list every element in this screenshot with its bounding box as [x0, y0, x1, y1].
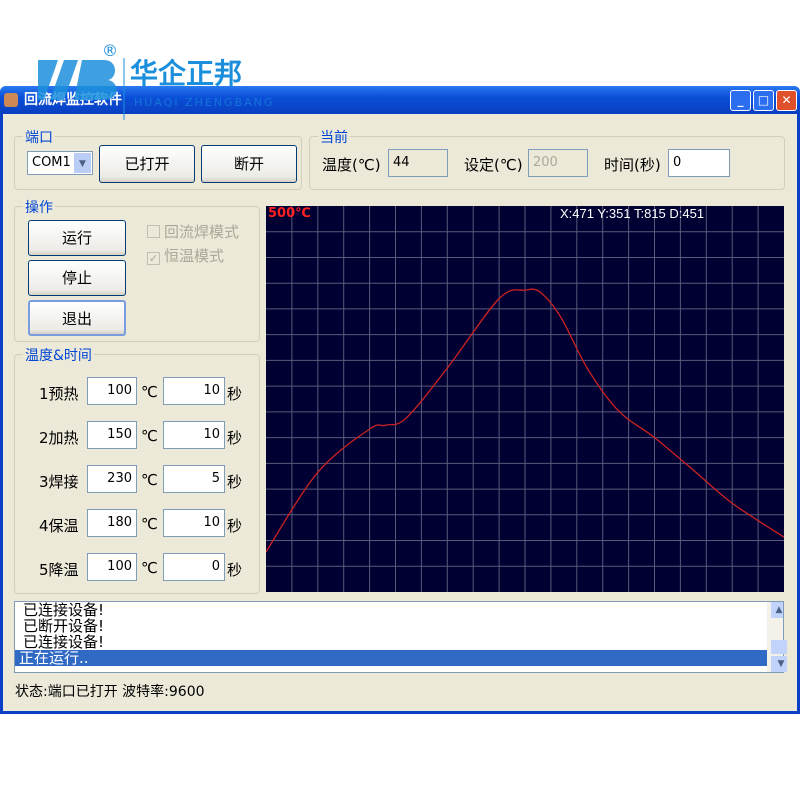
log-line[interactable]: 已断开设备! — [19, 618, 783, 634]
close-button[interactable]: ✕ — [776, 90, 797, 111]
port-label: 端口 — [23, 127, 55, 147]
stage-name: 1预热 — [39, 385, 79, 403]
celsius-unit: ℃ — [141, 383, 158, 401]
stage-time-input[interactable]: 5 — [163, 465, 225, 493]
stage-name: 4保温 — [39, 517, 79, 535]
run-button[interactable]: 运行 — [28, 220, 126, 256]
stage-temp-input[interactable]: 100 — [87, 553, 137, 581]
disconnect-button[interactable]: 断开 — [201, 145, 297, 183]
set-temp: 200 — [528, 149, 588, 177]
stage-name: 3焊接 — [39, 473, 79, 491]
current-temp: 44 — [388, 149, 448, 177]
const-temp-mode-checkbox[interactable]: ✓ 恒温模式 — [147, 245, 224, 266]
stage-name: 2加热 — [39, 429, 79, 447]
scroll-thumb[interactable] — [771, 640, 787, 654]
log-line-selected[interactable]: 正在运行.. — [15, 650, 783, 666]
port-group: 端口 COM1 ▼ 已打开 断开 — [14, 127, 302, 190]
stage-name: 5降温 — [39, 561, 79, 579]
log-scrollbar[interactable]: ▲ ▼ — [767, 602, 787, 672]
svg-text:®: ® — [102, 41, 118, 60]
log-line[interactable]: 已连接设备! — [19, 634, 783, 650]
scroll-up-icon[interactable]: ▲ — [771, 602, 783, 618]
stage-temp-input[interactable]: 150 — [87, 421, 137, 449]
temp-time-group: 温度&时间 1预热 100 ℃ 10 秒 2加热 150 ℃ 10 秒 3焊接 … — [14, 345, 260, 594]
current-label: 当前 — [318, 127, 350, 147]
operation-label: 操作 — [23, 197, 55, 217]
reflow-mode-checkbox[interactable]: 回流焊模式 — [147, 221, 239, 242]
celsius-unit: ℃ — [141, 515, 158, 533]
chevron-down-icon: ▼ — [74, 153, 91, 173]
client-area: 端口 COM1 ▼ 已打开 断开 当前 温度(℃) 44 设定(℃) 200 时间… — [3, 114, 797, 711]
time-label: 时间(秒) — [604, 156, 661, 174]
stage-time-input[interactable]: 10 — [163, 509, 225, 537]
app-icon — [4, 93, 18, 107]
stage-time-input[interactable]: 10 — [163, 421, 225, 449]
temp-time-label: 温度&时间 — [23, 345, 94, 365]
stage-temp-input[interactable]: 180 — [87, 509, 137, 537]
chart-svg — [265, 206, 785, 592]
com-select[interactable]: COM1 ▼ — [27, 151, 93, 175]
stage-time-input[interactable]: 0 — [163, 553, 225, 581]
celsius-unit: ℃ — [141, 427, 158, 445]
current-time: 0 — [668, 149, 730, 177]
scroll-down-icon[interactable]: ▼ — [771, 656, 787, 672]
stop-button[interactable]: 停止 — [28, 260, 126, 296]
temperature-chart: 500℃ X:471 Y:351 T:815 D:451 — [265, 206, 785, 592]
status-bar: 状态:端口已打开 波特率:9600 — [15, 684, 205, 700]
maximize-button[interactable]: □ — [753, 90, 774, 111]
set-label: 设定(℃) — [464, 156, 523, 174]
main-window: 回流焊监控软件 _ □ ✕ 端口 COM1 ▼ 已打开 断开 当前 温度(℃) 4… — [0, 86, 800, 714]
seconds-unit: 秒 — [227, 517, 243, 535]
log-line[interactable]: 已连接设备! — [19, 602, 783, 618]
cursor-readout: X:471 Y:351 T:815 D:451 — [560, 206, 705, 221]
seconds-unit: 秒 — [227, 385, 243, 403]
exit-button[interactable]: 退出 — [28, 300, 126, 336]
operation-group: 操作 运行 停止 退出 回流焊模式 ✓ 恒温模式 — [14, 197, 260, 342]
seconds-unit: 秒 — [227, 561, 243, 579]
chart-max-label: 500℃ — [268, 206, 311, 221]
stage-temp-input[interactable]: 230 — [87, 465, 137, 493]
open-port-button[interactable]: 已打开 — [99, 145, 195, 183]
stage-time-input[interactable]: 10 — [163, 377, 225, 405]
current-group: 当前 温度(℃) 44 设定(℃) 200 时间(秒) 0 — [309, 127, 785, 190]
minimize-button[interactable]: _ — [730, 90, 751, 111]
title-bar[interactable]: 回流焊监控软件 _ □ ✕ — [0, 86, 800, 114]
temp-label: 温度(℃) — [322, 156, 381, 174]
window-title: 回流焊监控软件 — [24, 92, 122, 108]
log-list[interactable]: 已连接设备! 已断开设备! 已连接设备! 正在运行.. ▲ ▼ — [14, 601, 787, 673]
celsius-unit: ℃ — [141, 471, 158, 489]
stage-temp-input[interactable]: 100 — [87, 377, 137, 405]
seconds-unit: 秒 — [227, 473, 243, 491]
seconds-unit: 秒 — [227, 429, 243, 447]
celsius-unit: ℃ — [141, 559, 158, 577]
